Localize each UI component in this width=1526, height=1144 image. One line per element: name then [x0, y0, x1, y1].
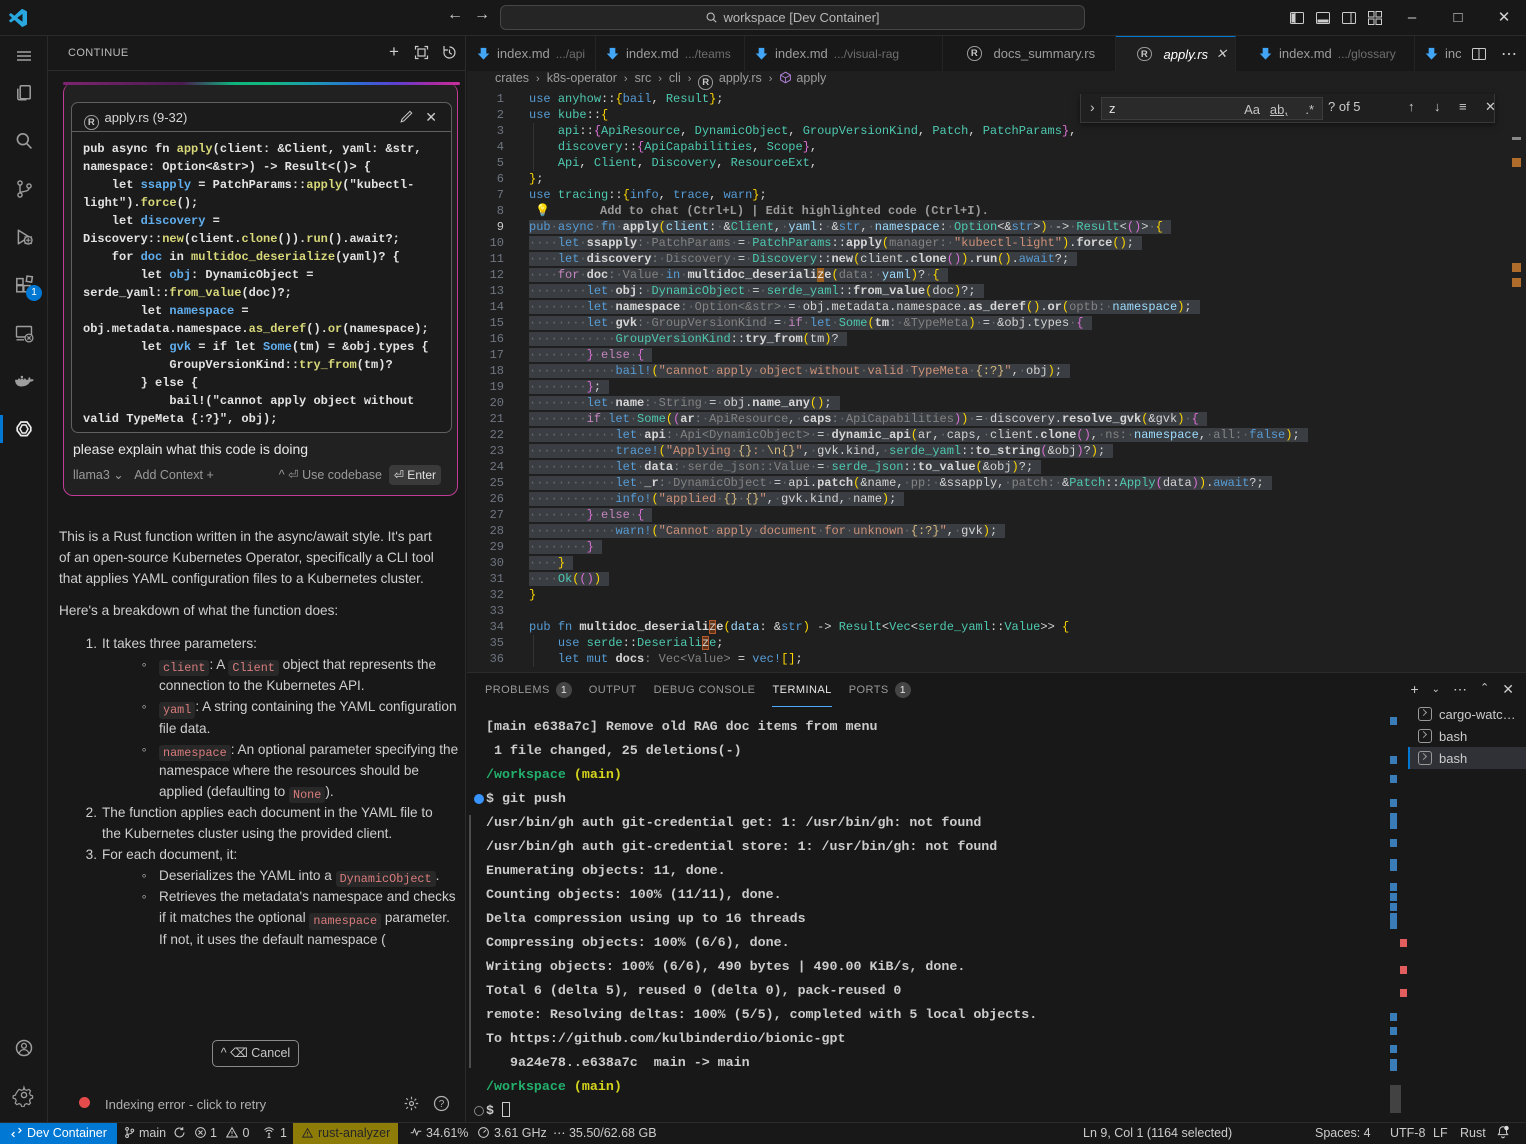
- svg-text:?: ?: [439, 1099, 445, 1110]
